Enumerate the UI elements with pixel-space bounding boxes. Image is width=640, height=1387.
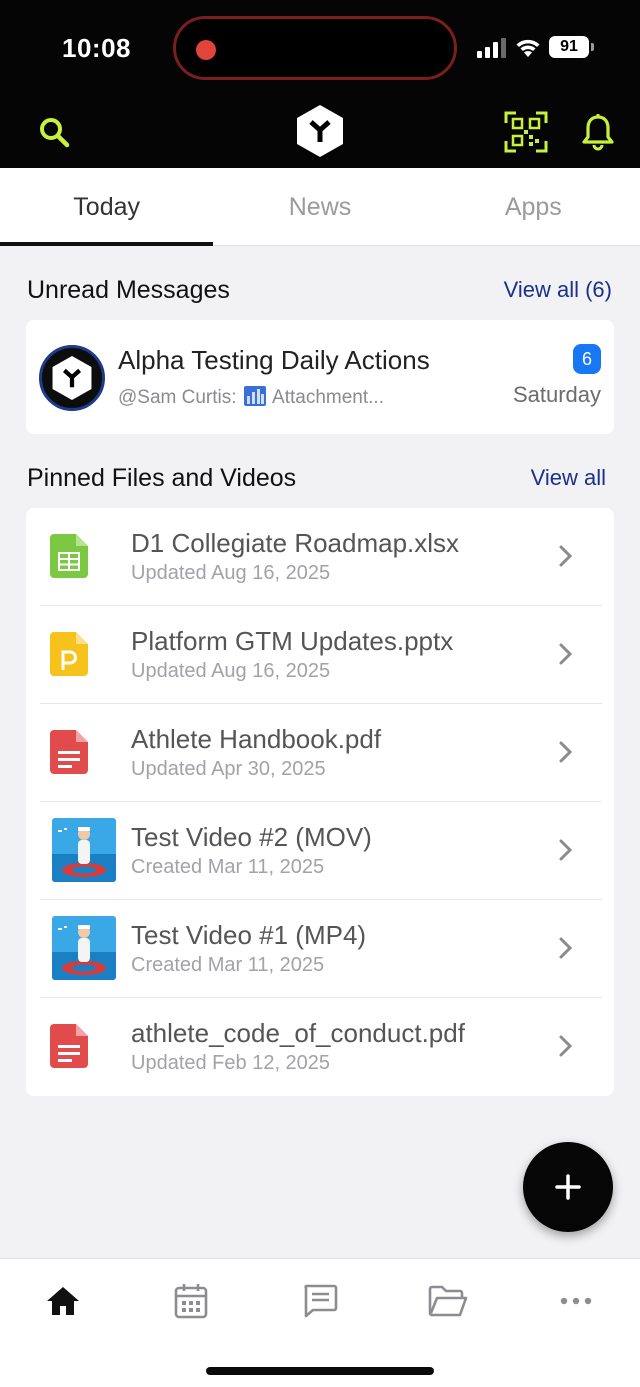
pinned-files-heading: Pinned Files and Videos xyxy=(27,464,297,492)
dynamic-island xyxy=(173,16,457,80)
bell-icon xyxy=(582,114,614,151)
chat-icon xyxy=(304,1284,338,1318)
thread-date: Saturday xyxy=(512,382,601,407)
video-thumbnail xyxy=(52,818,116,882)
folder-icon xyxy=(428,1285,468,1317)
bottom-navigation xyxy=(0,1258,640,1387)
file-name: D1 Collegiate Roadmap.xlsx xyxy=(131,528,460,558)
list-item[interactable]: Test Video #2 (MOV) Created Mar 11, 2025 xyxy=(26,802,614,900)
home-indicator[interactable] xyxy=(206,1367,434,1375)
thread-preview: @Sam Curtis: Attachment... xyxy=(118,386,384,409)
sender-name: @Sam Curtis: xyxy=(118,387,237,408)
calendar-icon xyxy=(174,1284,208,1319)
nav-more[interactable] xyxy=(552,1281,600,1321)
file-name: Athlete Handbook.pdf xyxy=(131,724,382,754)
notifications-button[interactable] xyxy=(578,110,618,154)
nav-files[interactable] xyxy=(424,1281,472,1321)
top-bar: 10:08 91 xyxy=(0,0,640,168)
search-button[interactable] xyxy=(34,112,74,152)
cellular-signal-icon xyxy=(477,38,506,58)
file-name: Platform GTM Updates.pptx xyxy=(131,626,454,656)
search-icon xyxy=(40,118,70,148)
pinned-files-list: D1 Collegiate Roadmap.xlsx Updated Aug 1… xyxy=(26,508,614,1096)
file-date: Updated Feb 12, 2025 xyxy=(131,1052,331,1074)
pdf-icon xyxy=(50,1024,88,1068)
chevron-right-icon xyxy=(559,937,573,959)
nav-messages[interactable] xyxy=(296,1281,344,1321)
battery-indicator: 91 xyxy=(549,36,594,58)
more-icon xyxy=(560,1297,592,1305)
chevron-right-icon xyxy=(559,643,573,665)
tab-today[interactable]: Today xyxy=(0,168,214,246)
list-item[interactable]: Test Video #1 (MP4) Created Mar 11, 2025 xyxy=(26,900,614,998)
plus-icon xyxy=(555,1174,581,1200)
chevron-right-icon xyxy=(559,1035,573,1057)
view-all-messages-link[interactable]: View all (6) xyxy=(504,277,612,303)
recording-indicator-icon xyxy=(196,40,216,60)
list-item[interactable]: D1 Collegiate Roadmap.xlsx Updated Aug 1… xyxy=(26,508,614,606)
video-thumbnail xyxy=(52,916,116,980)
spreadsheet-icon xyxy=(50,534,88,578)
file-date: Updated Aug 16, 2025 xyxy=(131,562,331,584)
app-logo-icon xyxy=(297,105,343,157)
top-tabs: Today News Apps xyxy=(0,168,640,246)
unread-messages-heading: Unread Messages xyxy=(27,276,230,304)
app-logo[interactable] xyxy=(294,103,346,159)
file-date: Created Mar 11, 2025 xyxy=(131,856,325,878)
app-logo-icon xyxy=(52,356,92,400)
presentation-icon xyxy=(50,632,88,676)
avatar xyxy=(39,345,105,411)
nav-calendar[interactable] xyxy=(167,1281,215,1321)
chevron-right-icon xyxy=(559,839,573,861)
wifi-icon xyxy=(516,39,540,57)
attachment-chart-icon xyxy=(243,386,266,406)
chevron-right-icon xyxy=(559,545,573,567)
pdf-icon xyxy=(50,730,88,774)
file-name: Test Video #2 (MOV) xyxy=(131,822,372,852)
add-button[interactable] xyxy=(523,1142,613,1232)
list-item[interactable]: athlete_code_of_conduct.pdf Updated Feb … xyxy=(26,998,614,1096)
message-thread-card[interactable]: Alpha Testing Daily Actions @Sam Curtis:… xyxy=(26,320,614,434)
chevron-right-icon xyxy=(559,741,573,763)
qr-scan-button[interactable] xyxy=(503,110,549,154)
preview-text: Attachment... xyxy=(272,387,384,408)
home-icon xyxy=(47,1287,79,1315)
file-date: Created Mar 11, 2025 xyxy=(131,954,325,976)
nav-home[interactable] xyxy=(39,1281,87,1321)
qr-code-icon xyxy=(504,111,548,153)
list-item[interactable]: Athlete Handbook.pdf Updated Apr 30, 202… xyxy=(26,704,614,802)
list-item[interactable]: Platform GTM Updates.pptx Updated Aug 16… xyxy=(26,606,614,704)
tab-news[interactable]: News xyxy=(213,168,426,245)
file-date: Updated Apr 30, 2025 xyxy=(131,758,326,780)
view-all-files-link[interactable]: View all xyxy=(531,465,606,491)
status-time: 10:08 xyxy=(62,33,131,63)
file-name: Test Video #1 (MP4) xyxy=(131,920,367,950)
tab-apps[interactable]: Apps xyxy=(427,168,640,245)
unread-count-badge: 6 xyxy=(573,344,601,374)
file-name: athlete_code_of_conduct.pdf xyxy=(131,1018,465,1048)
thread-title: Alpha Testing Daily Actions xyxy=(118,345,430,375)
file-date: Updated Aug 16, 2025 xyxy=(131,660,331,682)
